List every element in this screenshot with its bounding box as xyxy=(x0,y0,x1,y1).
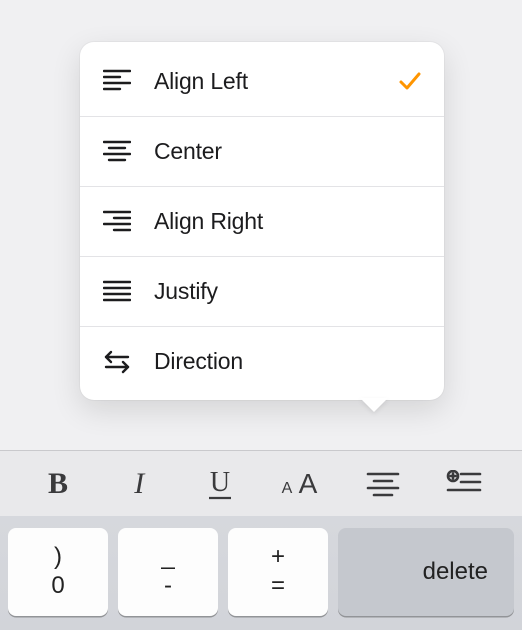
align-left-icon xyxy=(100,69,134,93)
key-underscore-minus[interactable]: _ - xyxy=(118,528,218,616)
key-paren-zero[interactable]: ) 0 xyxy=(8,528,108,616)
key-bottom: = xyxy=(271,572,285,601)
text-size-button[interactable]: A A xyxy=(272,454,332,514)
paragraph-icon xyxy=(366,470,400,498)
alignment-popover: Align Left Center Align R xyxy=(80,42,444,400)
checkmark-icon xyxy=(398,70,422,92)
menu-item-center[interactable]: Center xyxy=(80,116,444,186)
menu-label: Align Right xyxy=(134,208,422,235)
bold-button[interactable]: B xyxy=(28,454,88,514)
svg-text:U: U xyxy=(210,467,230,498)
direction-icon xyxy=(100,349,134,375)
align-right-icon xyxy=(100,210,134,234)
key-delete[interactable]: delete xyxy=(338,528,514,616)
svg-text:A: A xyxy=(281,480,292,497)
format-toolbar: B I U A A xyxy=(0,450,522,516)
align-center-icon xyxy=(100,140,134,164)
keyboard-row: ) 0 _ - + = delete xyxy=(0,516,522,630)
paragraph-button[interactable] xyxy=(353,454,413,514)
menu-item-direction[interactable]: Direction xyxy=(80,326,444,396)
menu-item-justify[interactable]: Justify xyxy=(80,256,444,326)
italic-button[interactable]: I xyxy=(109,454,169,514)
italic-icon: I xyxy=(134,467,144,501)
svg-text:A: A xyxy=(298,468,317,499)
key-top: ) xyxy=(54,543,62,572)
delete-label: delete xyxy=(423,558,488,586)
justify-icon xyxy=(100,280,134,304)
menu-label: Align Left xyxy=(134,68,398,95)
list-button[interactable] xyxy=(434,454,494,514)
key-bottom: 0 xyxy=(51,572,64,601)
key-bottom: - xyxy=(164,572,172,601)
key-plus-equals[interactable]: + = xyxy=(228,528,328,616)
bold-icon: B xyxy=(48,467,68,501)
text-size-icon: A A xyxy=(278,467,326,501)
menu-label: Center xyxy=(134,138,422,165)
underline-icon: U xyxy=(205,467,235,501)
list-add-icon xyxy=(446,470,482,498)
menu-item-align-right[interactable]: Align Right xyxy=(80,186,444,256)
menu-label: Justify xyxy=(134,278,422,305)
menu-item-align-left[interactable]: Align Left xyxy=(80,46,444,116)
menu-label: Direction xyxy=(134,348,422,375)
key-top: _ xyxy=(161,543,174,572)
underline-button[interactable]: U xyxy=(190,454,250,514)
key-top: + xyxy=(271,543,285,572)
